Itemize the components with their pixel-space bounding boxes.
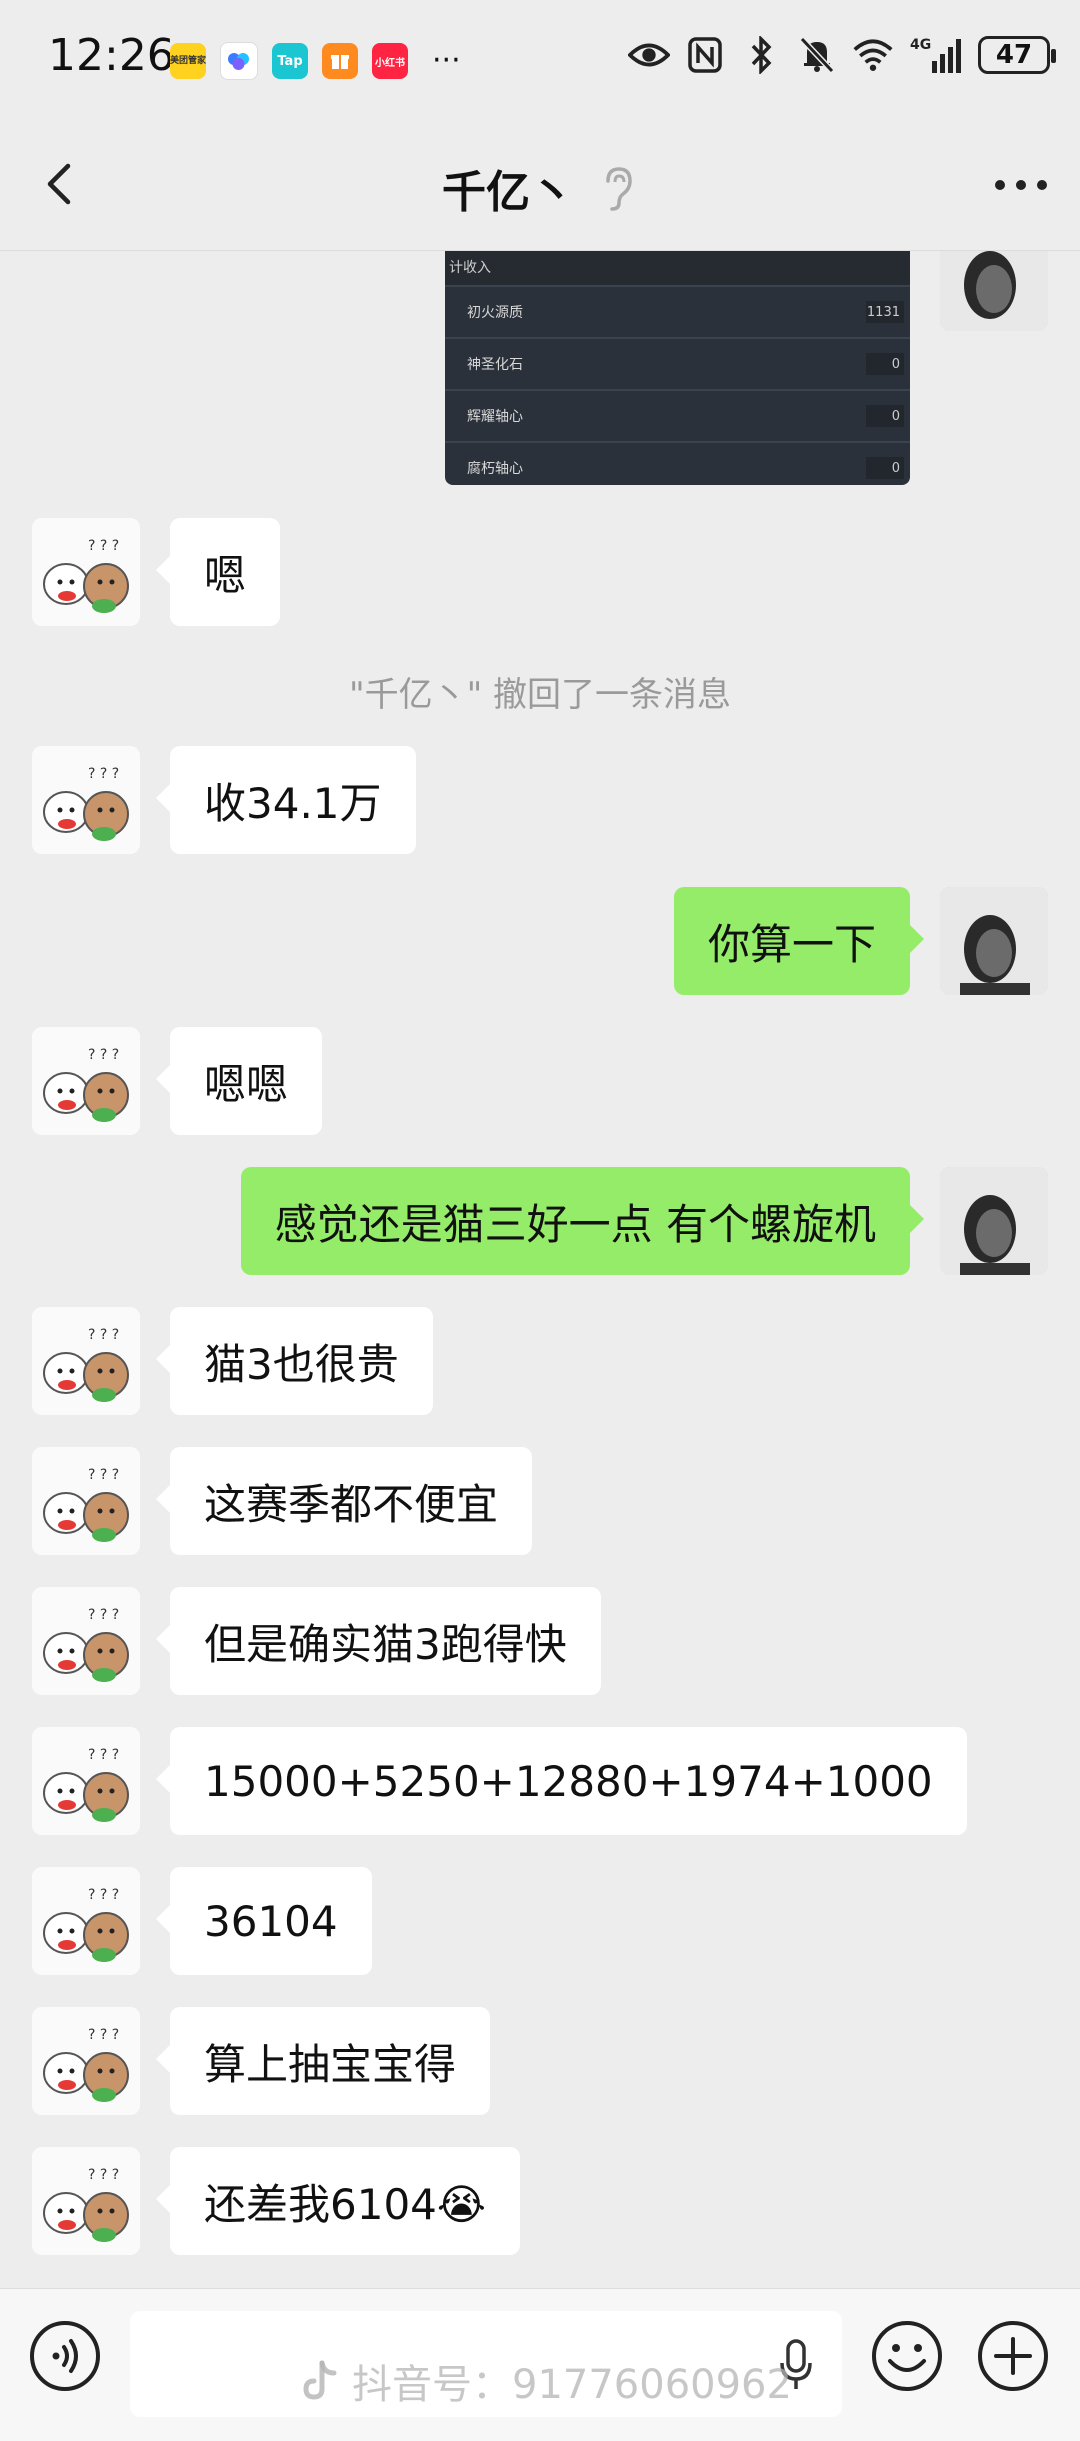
message-row-outgoing: 你算一下 xyxy=(0,887,1080,995)
message-bubble-outgoing[interactable]: 感觉还是猫三好一点 有个螺旋机 xyxy=(240,1167,925,1275)
svg-text:? ? ?: ? ? ? xyxy=(88,1047,119,1063)
image-header: 计收入 xyxy=(445,251,910,285)
wifi-icon xyxy=(852,34,894,76)
message-bubble-incoming[interactable]: 这赛季都不便宜 xyxy=(155,1447,533,1555)
title-group: 千亿丶 xyxy=(0,156,1080,220)
message-row-incoming: ? ? ? 算上抽宝宝得 xyxy=(0,2007,1080,2115)
gift-app-icon xyxy=(322,43,358,79)
battery-indicator: 47 xyxy=(978,36,1056,74)
nfc-icon xyxy=(684,34,726,76)
message-bubble-incoming[interactable]: 嗯 xyxy=(155,518,281,626)
status-icons: 4G 47 xyxy=(628,34,1056,76)
svg-text:? ? ?: ? ? ? xyxy=(88,1467,119,1483)
meituan-app-icon: 美团管家 xyxy=(170,43,206,79)
plus-circle-icon xyxy=(978,2321,1048,2391)
earpiece-mode-icon xyxy=(598,163,638,213)
message-row-incoming: ? ? ? 15000+5250+12880+1974+1000 xyxy=(0,1727,1080,1835)
bluetooth-icon xyxy=(740,34,782,76)
xiaohongshu-app-icon: 小红书 xyxy=(372,43,408,79)
svg-text:? ? ?: ? ? ? xyxy=(88,1887,119,1903)
svg-text:? ? ?: ? ? ? xyxy=(88,766,119,782)
douyin-watermark: 抖音号：917760609​62 xyxy=(300,2352,792,2410)
message-bubble-incoming[interactable]: 但是确实猫3跑得快 xyxy=(156,1587,601,1695)
contact-avatar[interactable]: ? ? ? xyxy=(32,746,140,854)
chat-header: 千亿丶 xyxy=(0,120,1080,251)
message-bubble-incoming[interactable]: 还差我6104😭 xyxy=(156,2147,520,2255)
message-bubble-incoming[interactable]: 猫3也很贵 xyxy=(156,1307,433,1415)
voice-wave-icon xyxy=(30,2321,100,2391)
message-row-incoming: ? ? ? 但是确实猫3跑得快 xyxy=(0,1587,1080,1695)
emoji-button[interactable] xyxy=(870,2319,944,2393)
chat-title: 千亿丶 xyxy=(442,167,574,218)
message-row-outgoing: 感觉还是猫三好一点 有个螺旋机 xyxy=(0,1167,1080,1275)
cloud-app-icon xyxy=(220,42,258,80)
add-attachment-button[interactable] xyxy=(976,2319,1050,2393)
svg-text:? ? ?: ? ? ? xyxy=(88,2027,119,2043)
more-dots-icon xyxy=(995,180,1047,190)
svg-text:? ? ?: ? ? ? xyxy=(88,538,119,554)
shared-image-message[interactable]: 计收入 初火源质 1131 神圣化石 0 辉耀轴心 0 腐朽轴心 0 xyxy=(445,251,910,485)
contact-avatar[interactable]: ? ? ? xyxy=(32,1587,140,1695)
message-bubble-incoming[interactable]: 算上抽宝宝得 xyxy=(155,2007,491,2115)
message-row-incoming: ? ? ? 收34.1万 xyxy=(0,746,1080,854)
more-notifications-icon: ··· xyxy=(432,43,461,78)
message-row-incoming: ? ? ? 还差我6104😭 xyxy=(0,2147,1080,2255)
contact-avatar[interactable]: ? ? ? xyxy=(32,1867,140,1975)
my-avatar[interactable] xyxy=(940,887,1048,995)
more-options-button[interactable] xyxy=(986,160,1056,210)
message-bubble-incoming[interactable]: 15000+5250+12880+1974+1000 xyxy=(156,1727,967,1835)
contact-avatar[interactable]: ? ? ? xyxy=(32,2007,140,2115)
contact-avatar[interactable]: ? ? ? xyxy=(32,2147,140,2255)
contact-avatar[interactable]: ? ? ? xyxy=(32,518,140,626)
message-list[interactable]: 计收入 初火源质 1131 神圣化石 0 辉耀轴心 0 腐朽轴心 0 ? ? ?… xyxy=(0,251,1080,2286)
status-time: 12:26 xyxy=(48,30,175,81)
voice-mode-button[interactable] xyxy=(28,2319,102,2393)
message-row-incoming: ? ? ? 嗯 xyxy=(0,518,1080,626)
watermark-text: 抖音号：917760609​62 xyxy=(352,2362,792,2408)
svg-text:? ? ?: ? ? ? xyxy=(88,1607,119,1623)
message-bubble-incoming[interactable]: 36104 xyxy=(156,1867,372,1975)
network-type-label: 4G xyxy=(910,37,931,53)
eye-icon xyxy=(628,34,670,76)
recall-notice: "千亿丶" 撤回了一条消息 xyxy=(348,675,732,715)
message-row-incoming: ? ? ? 这赛季都不便宜 xyxy=(0,1447,1080,1555)
my-avatar[interactable] xyxy=(940,251,1048,331)
cellular-signal-icon: 4G xyxy=(908,34,964,76)
taptap-app-icon: Tap xyxy=(272,43,308,79)
contact-avatar[interactable]: ? ? ? xyxy=(32,1727,140,1835)
smiley-icon xyxy=(872,2321,942,2391)
message-row-image: 计收入 初火源质 1131 神圣化石 0 辉耀轴心 0 腐朽轴心 0 xyxy=(0,251,1080,485)
my-avatar[interactable] xyxy=(940,1167,1048,1275)
message-row-incoming: ? ? ? 猫3也很贵 xyxy=(0,1307,1080,1415)
image-row: 腐朽轴心 0 xyxy=(445,441,910,485)
svg-text:? ? ?: ? ? ? xyxy=(88,1747,119,1763)
douyin-logo-icon xyxy=(303,2360,337,2400)
image-row: 神圣化石 0 xyxy=(445,337,910,389)
contact-avatar[interactable]: ? ? ? xyxy=(32,1027,140,1135)
svg-text:? ? ?: ? ? ? xyxy=(88,1327,119,1343)
status-bar: 12:26 美团管家 Tap 小红书 ··· 4G 47 xyxy=(0,0,1080,120)
image-row: 初火源质 1131 xyxy=(445,285,910,337)
message-row-incoming: ? ? ? 嗯嗯 xyxy=(0,1027,1080,1135)
message-bubble-incoming[interactable]: 收34.1万 xyxy=(156,746,416,854)
message-bubble-incoming[interactable]: 嗯嗯 xyxy=(155,1027,323,1135)
mute-bell-icon xyxy=(796,34,838,76)
svg-text:? ? ?: ? ? ? xyxy=(88,2167,119,2183)
image-row: 辉耀轴心 0 xyxy=(445,389,910,441)
contact-avatar[interactable]: ? ? ? xyxy=(32,1447,140,1555)
contact-avatar[interactable]: ? ? ? xyxy=(32,1307,140,1415)
message-bubble-outgoing[interactable]: 你算一下 xyxy=(673,887,925,995)
notification-app-icons: 美团管家 Tap 小红书 ··· xyxy=(170,42,461,80)
message-row-incoming: ? ? ? 36104 xyxy=(0,1867,1080,1975)
